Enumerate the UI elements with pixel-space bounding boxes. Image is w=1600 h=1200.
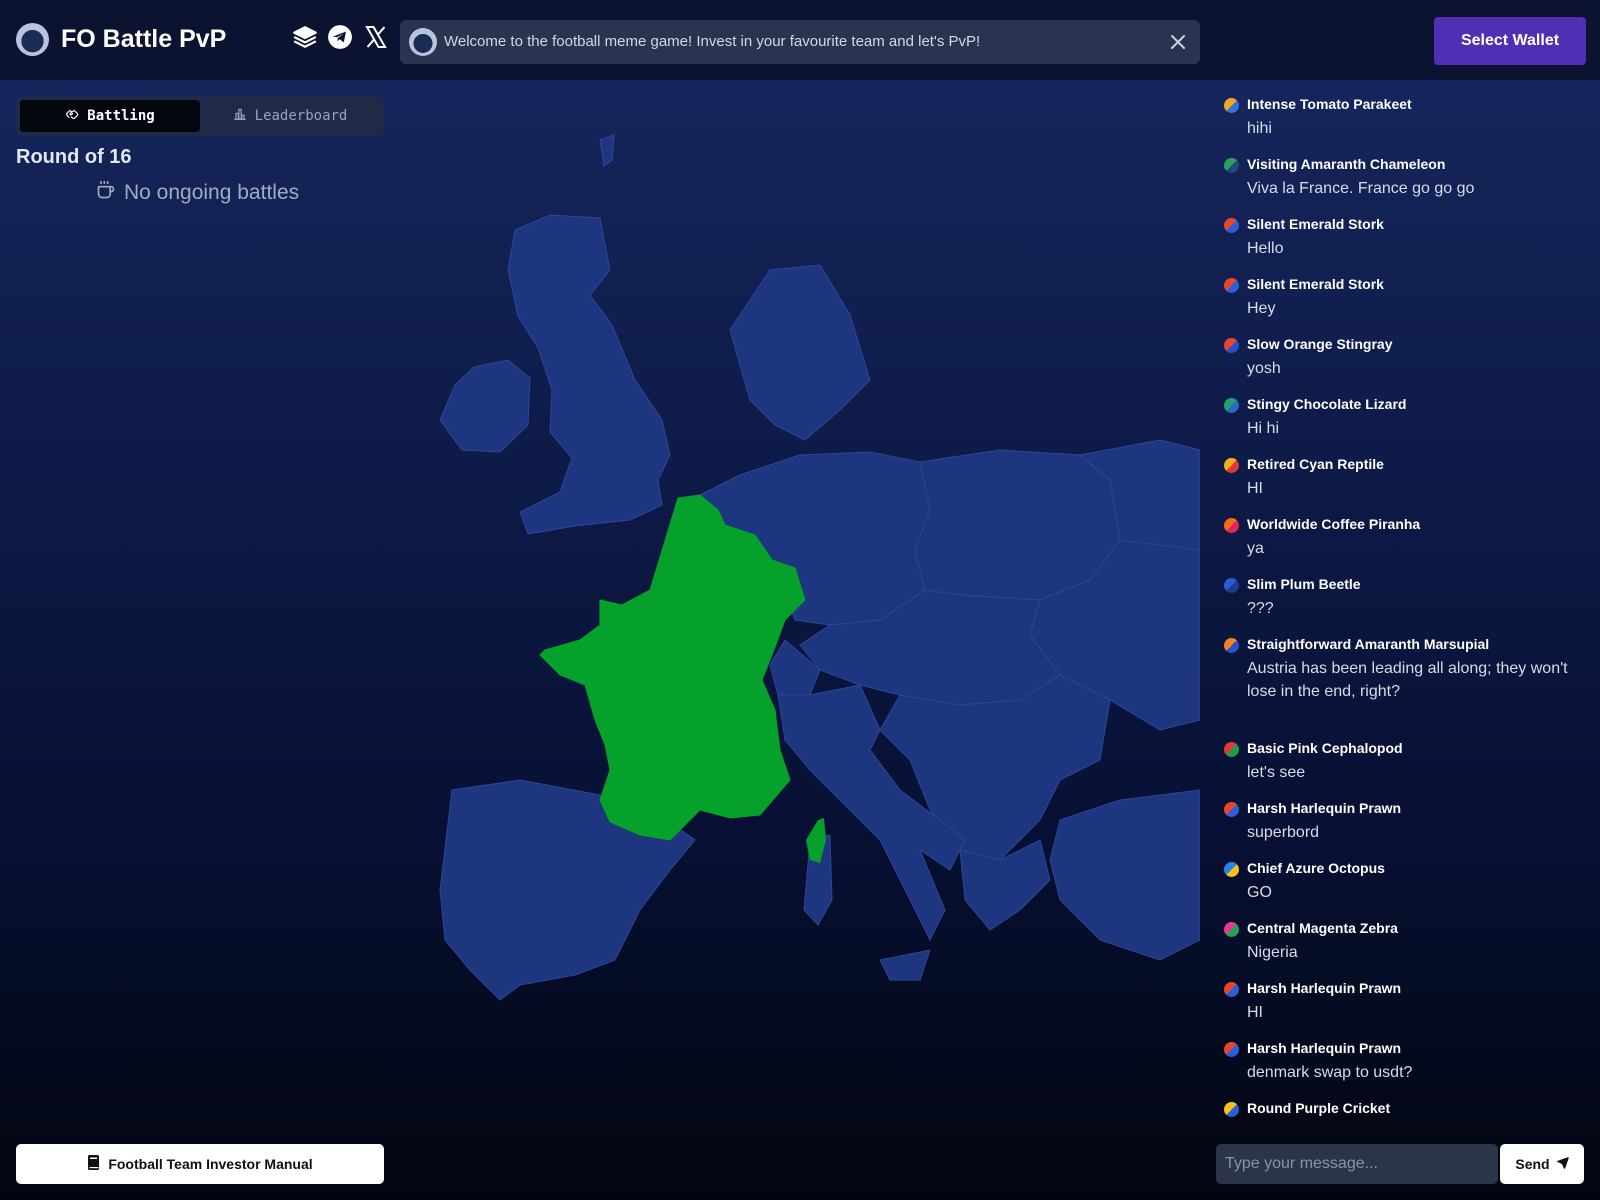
user-avatar bbox=[1224, 158, 1239, 173]
europe-map[interactable] bbox=[400, 80, 1200, 1200]
chat-text: Viva la France. France go go go bbox=[1247, 180, 1475, 197]
chat-text: let's see bbox=[1247, 764, 1306, 781]
chat-text: GO bbox=[1247, 884, 1272, 901]
chat-username: Chief Azure Octopus bbox=[1247, 860, 1385, 876]
user-avatar bbox=[1224, 802, 1239, 817]
tab-battling-label: Battling bbox=[87, 108, 155, 124]
map-region-ireland[interactable] bbox=[439, 359, 531, 453]
chat-username: Intense Tomato Parakeet bbox=[1247, 96, 1412, 112]
map-region-shetland[interactable] bbox=[599, 134, 615, 167]
map-region-sicily[interactable] bbox=[879, 949, 931, 981]
user-avatar bbox=[1224, 1102, 1239, 1117]
app-logo[interactable] bbox=[16, 23, 49, 56]
chat-text: yosh bbox=[1247, 360, 1281, 377]
user-avatar bbox=[1224, 578, 1239, 593]
send-button-label: Send bbox=[1515, 1156, 1550, 1172]
view-tabs: Battling Leaderboard bbox=[16, 96, 384, 136]
empty-state: No ongoing battles bbox=[96, 180, 299, 206]
chat-username: Harsh Harlequin Prawn bbox=[1247, 800, 1402, 816]
chat-text: Nigeria bbox=[1247, 944, 1298, 961]
chat-username: Stingy Chocolate Lizard bbox=[1247, 396, 1407, 412]
chat-username: Central Magenta Zebra bbox=[1247, 920, 1398, 936]
chat-username: Retired Cyan Reptile bbox=[1247, 456, 1384, 472]
send-button[interactable]: Send bbox=[1500, 1144, 1584, 1184]
chat-input-wrapper bbox=[1216, 1144, 1498, 1184]
chat-message-input[interactable] bbox=[1216, 1144, 1498, 1184]
chat-username: Silent Emerald Stork bbox=[1247, 216, 1384, 232]
app-title: FO Battle PvP bbox=[61, 25, 227, 53]
map-region-turkey[interactable] bbox=[1049, 789, 1200, 961]
select-wallet-button[interactable]: Select Wallet bbox=[1434, 17, 1586, 65]
map-region-poland[interactable] bbox=[914, 449, 1121, 601]
chat-text: Austria has been leading all along; they… bbox=[1247, 660, 1568, 700]
chat-username: Visiting Amaranth Chameleon bbox=[1247, 156, 1446, 172]
chat-text: HI bbox=[1247, 1004, 1263, 1021]
user-avatar bbox=[1224, 458, 1239, 473]
map-region-scandinavia[interactable] bbox=[729, 264, 871, 441]
telegram-icon[interactable] bbox=[327, 24, 353, 50]
round-title: Round of 16 bbox=[16, 146, 132, 168]
chat-username: Worldwide Coffee Piranha bbox=[1247, 516, 1421, 532]
chat-username: Slow Orange Stingray bbox=[1247, 336, 1393, 352]
chat-text: hihi bbox=[1247, 120, 1272, 137]
announcement-text: Welcome to the football meme game! Inves… bbox=[444, 33, 981, 50]
announcement-banner: Welcome to the football meme game! Inves… bbox=[400, 20, 1200, 64]
chat-text: Hey bbox=[1247, 300, 1276, 317]
user-avatar bbox=[1224, 638, 1239, 653]
chat-text: denmark swap to usdt? bbox=[1247, 1064, 1413, 1081]
investor-manual-label: Football Team Investor Manual bbox=[108, 1156, 313, 1172]
chat-username: Harsh Harlequin Prawn bbox=[1247, 980, 1402, 996]
chat-text: Hi hi bbox=[1247, 420, 1280, 437]
tab-leaderboard[interactable]: Leaderboard bbox=[200, 100, 380, 132]
coffee-cup-icon bbox=[96, 180, 116, 206]
chat-text: superbord bbox=[1247, 824, 1320, 841]
book-icon bbox=[87, 1155, 100, 1173]
tab-leaderboard-label: Leaderboard bbox=[254, 108, 348, 124]
left-panel: Battling Leaderboard Round of 16 No ongo… bbox=[0, 80, 400, 1200]
top-bar: FO Battle PvP Welcome to the football me… bbox=[0, 0, 1600, 80]
chat-username: Slim Plum Beetle bbox=[1247, 576, 1361, 592]
user-avatar bbox=[1224, 922, 1239, 937]
user-avatar bbox=[1224, 862, 1239, 877]
chat-text: Hello bbox=[1247, 240, 1284, 257]
user-avatar bbox=[1224, 218, 1239, 233]
announcement-avatar bbox=[409, 28, 437, 56]
user-avatar bbox=[1224, 278, 1239, 293]
chat-username: Straightforward Amaranth Marsupial bbox=[1247, 636, 1490, 652]
tab-battling[interactable]: Battling bbox=[20, 100, 200, 132]
map-region-great-britain[interactable] bbox=[507, 214, 671, 535]
user-avatar bbox=[1224, 1042, 1239, 1057]
chat-username: Round Purple Cricket bbox=[1247, 1100, 1391, 1116]
layers-icon[interactable] bbox=[292, 24, 318, 50]
user-avatar bbox=[1224, 742, 1239, 757]
chat-panel[interactable]: Intense Tomato Parakeet hihi Visiting Amar… bbox=[1200, 80, 1600, 1120]
close-icon[interactable] bbox=[1168, 32, 1188, 52]
user-avatar bbox=[1224, 338, 1239, 353]
user-avatar bbox=[1224, 98, 1239, 113]
user-avatar bbox=[1224, 982, 1239, 997]
bar-chart-icon bbox=[233, 107, 247, 125]
user-avatar bbox=[1224, 398, 1239, 413]
handshake-icon bbox=[65, 107, 79, 125]
send-arrow-icon bbox=[1556, 1156, 1569, 1172]
chat-text: ya bbox=[1247, 540, 1264, 557]
investor-manual-button[interactable]: Football Team Investor Manual bbox=[16, 1144, 384, 1184]
chat-username: Basic Pink Cephalopod bbox=[1247, 740, 1403, 756]
chat-text: HI bbox=[1247, 480, 1263, 497]
chat-username: Silent Emerald Stork bbox=[1247, 276, 1384, 292]
user-avatar bbox=[1224, 518, 1239, 533]
chat-username: Harsh Harlequin Prawn bbox=[1247, 1040, 1402, 1056]
chat-text: ??? bbox=[1247, 600, 1274, 617]
x-icon[interactable] bbox=[363, 24, 389, 50]
empty-state-text: No ongoing battles bbox=[124, 181, 300, 204]
